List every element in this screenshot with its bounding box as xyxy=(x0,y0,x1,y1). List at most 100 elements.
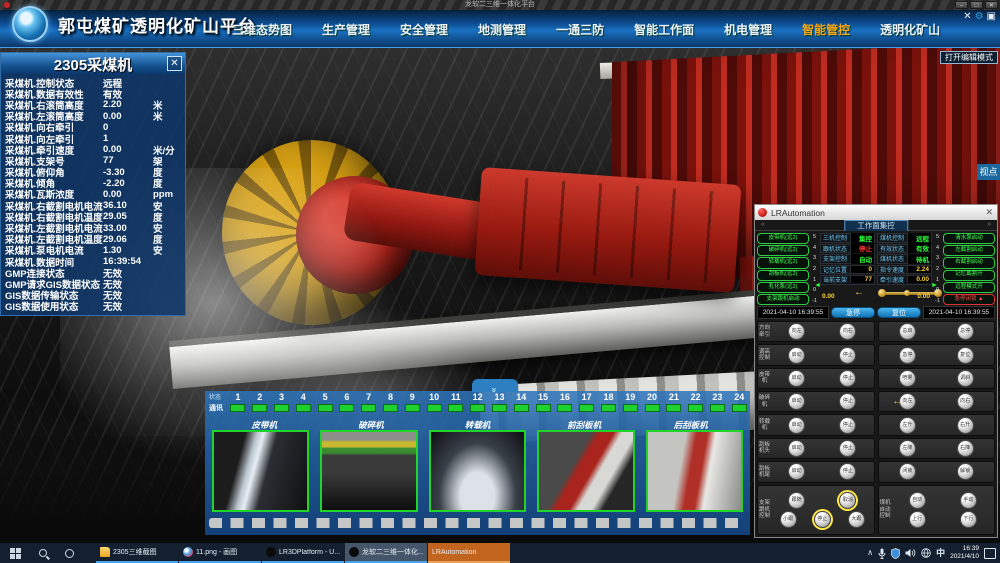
control-button[interactable]: 向右 xyxy=(957,393,974,410)
viewpoint-tab[interactable]: 视点 xyxy=(977,164,1000,180)
camera-thumbnail[interactable] xyxy=(646,430,743,512)
support-tiles-row[interactable] xyxy=(209,518,746,528)
support-status-cell[interactable]: 23 xyxy=(707,391,729,412)
support-status-cell[interactable]: 10 xyxy=(423,391,445,412)
chevron-up-icon[interactable]: ∧ xyxy=(867,543,873,563)
support-status-cell[interactable]: 18 xyxy=(598,391,620,412)
control-button[interactable]: 急停 xyxy=(899,347,916,364)
control-button[interactable]: 停止 xyxy=(839,347,856,364)
support-status-cell[interactable]: 4 xyxy=(292,391,314,412)
restore-icon[interactable]: ▣ xyxy=(987,11,996,23)
control-button[interactable]: 复位 xyxy=(957,347,974,364)
control-button[interactable]: 停止 xyxy=(839,417,856,434)
tab-workface-control[interactable]: 工作面集控 xyxy=(844,220,908,231)
menu-item[interactable]: 智能管控 xyxy=(802,21,850,38)
control-button[interactable]: 启动 xyxy=(788,417,805,434)
control-button[interactable]: 解锁 xyxy=(957,463,974,480)
action-center-icon[interactable] xyxy=(984,548,996,559)
menu-item[interactable]: 智能工作面 xyxy=(634,21,694,38)
support-status-cell[interactable]: 24 xyxy=(728,391,750,412)
menu-item[interactable]: 安全管理 xyxy=(400,21,448,38)
function-button[interactable]: 急停闭锁 ▲ xyxy=(943,294,995,305)
start-button[interactable] xyxy=(0,548,30,559)
control-button[interactable]: 停止 xyxy=(839,370,856,387)
device-remote-button[interactable]: 转载机(远2) xyxy=(757,257,809,268)
control-button[interactable]: 停止 xyxy=(839,393,856,410)
support-status-cell[interactable]: 20 xyxy=(641,391,663,412)
device-remote-button[interactable]: 刮板机(远2) xyxy=(757,270,809,281)
volume-icon[interactable] xyxy=(905,548,916,558)
control-button[interactable]: 启动 xyxy=(788,393,805,410)
search-button[interactable] xyxy=(30,549,56,557)
taskbar-item[interactable]: 2305三维截图 xyxy=(96,543,178,563)
close-button[interactable]: ✕ xyxy=(985,1,998,9)
microphone-icon[interactable] xyxy=(878,548,886,559)
camera-thumbnail[interactable] xyxy=(429,430,526,512)
control-button[interactable]: 向左 xyxy=(788,323,805,340)
estop-button[interactable]: 急停 xyxy=(831,307,875,318)
support-status-cell[interactable]: 11 xyxy=(445,391,467,412)
control-button[interactable]: 喷雾 xyxy=(899,370,916,387)
control-button[interactable]: 取消 xyxy=(839,492,856,509)
device-remote-button[interactable]: 支架跟机启动 xyxy=(757,294,809,305)
control-button[interactable]: 自动 xyxy=(909,492,926,509)
menu-item[interactable]: 三维态势图 xyxy=(232,21,292,38)
network-icon[interactable] xyxy=(921,548,931,558)
control-button[interactable]: 启动 xyxy=(788,463,805,480)
shield-icon[interactable] xyxy=(891,548,900,559)
control-button[interactable]: 上行 xyxy=(909,511,926,528)
control-button[interactable]: 左降 xyxy=(899,440,916,457)
tools-icon[interactable]: ✕ xyxy=(963,11,971,23)
support-status-cell[interactable]: 16 xyxy=(554,391,576,412)
function-button[interactable]: 记忆截割开 xyxy=(943,270,995,281)
control-button[interactable]: 调斜 xyxy=(957,370,974,387)
taskbar-clock[interactable]: 16:39 2021/4/10 xyxy=(950,545,979,561)
support-status-cell[interactable]: 2 xyxy=(249,391,271,412)
support-status-cell[interactable]: 17 xyxy=(576,391,598,412)
support-status-cell[interactable]: 9 xyxy=(401,391,423,412)
support-status-cell[interactable]: 21 xyxy=(663,391,685,412)
cortana-button[interactable] xyxy=(56,549,82,558)
function-button[interactable]: 右截割启动 xyxy=(943,257,995,268)
support-status-cell[interactable]: 19 xyxy=(619,391,641,412)
support-status-cell[interactable]: 8 xyxy=(380,391,402,412)
control-button[interactable]: 启动 xyxy=(788,440,805,457)
control-button[interactable]: 闭锁 xyxy=(899,463,916,480)
menu-item[interactable]: 透明化矿山 xyxy=(880,21,940,38)
menu-item[interactable]: 机电管理 xyxy=(724,21,772,38)
control-button[interactable]: 停止 xyxy=(814,511,831,528)
control-button[interactable]: 手动 xyxy=(960,492,977,509)
control-button[interactable]: 启动 xyxy=(788,347,805,364)
device-remote-button[interactable]: 乳化泵(远2) xyxy=(757,282,809,293)
device-remote-button[interactable]: 皮带机(远2) xyxy=(757,233,809,244)
camera-thumbnail[interactable] xyxy=(320,430,417,512)
reset-button[interactable]: 复位 xyxy=(877,307,921,318)
control-button[interactable]: 小跟 xyxy=(780,511,797,528)
control-button[interactable]: 向右 xyxy=(839,323,856,340)
menu-item[interactable]: 一通三防 xyxy=(556,21,604,38)
control-button[interactable]: 跟随 xyxy=(788,492,805,509)
control-button[interactable]: 总启 xyxy=(899,323,916,340)
collapse-chevron-icon[interactable]: » xyxy=(472,379,518,392)
support-status-cell[interactable]: 13 xyxy=(489,391,511,412)
menu-item[interactable]: 地测管理 xyxy=(478,21,526,38)
control-button[interactable]: 右升 xyxy=(957,417,974,434)
lr-close-icon[interactable]: ✕ xyxy=(985,207,993,218)
taskbar-item[interactable]: 龙软二三维一体化... xyxy=(345,543,427,563)
support-status-cell[interactable]: 7 xyxy=(358,391,380,412)
ime-indicator[interactable]: 中 xyxy=(936,543,945,563)
device-remote-button[interactable]: 破碎机(远2) xyxy=(757,245,809,256)
menu-item[interactable]: 生产管理 xyxy=(322,21,370,38)
taskbar-item[interactable]: LRAutomation xyxy=(428,543,510,563)
lr-titlebar[interactable]: LRAutomation ✕ xyxy=(755,205,997,220)
support-status-cell[interactable]: 5 xyxy=(314,391,336,412)
control-button[interactable]: 左升 xyxy=(899,417,916,434)
support-status-cell[interactable]: 1 xyxy=(227,391,249,412)
control-button[interactable]: 下行 xyxy=(960,511,977,528)
maximize-button[interactable]: □ xyxy=(970,1,983,9)
taskbar-item[interactable]: 11.png - 画图 xyxy=(179,543,261,563)
control-button[interactable]: 右降 xyxy=(957,440,974,457)
panel-close-icon[interactable]: ✕ xyxy=(167,56,182,71)
taskbar-item[interactable]: LR3DPlatform - U... xyxy=(262,543,344,563)
camera-thumbnail[interactable] xyxy=(537,430,634,512)
